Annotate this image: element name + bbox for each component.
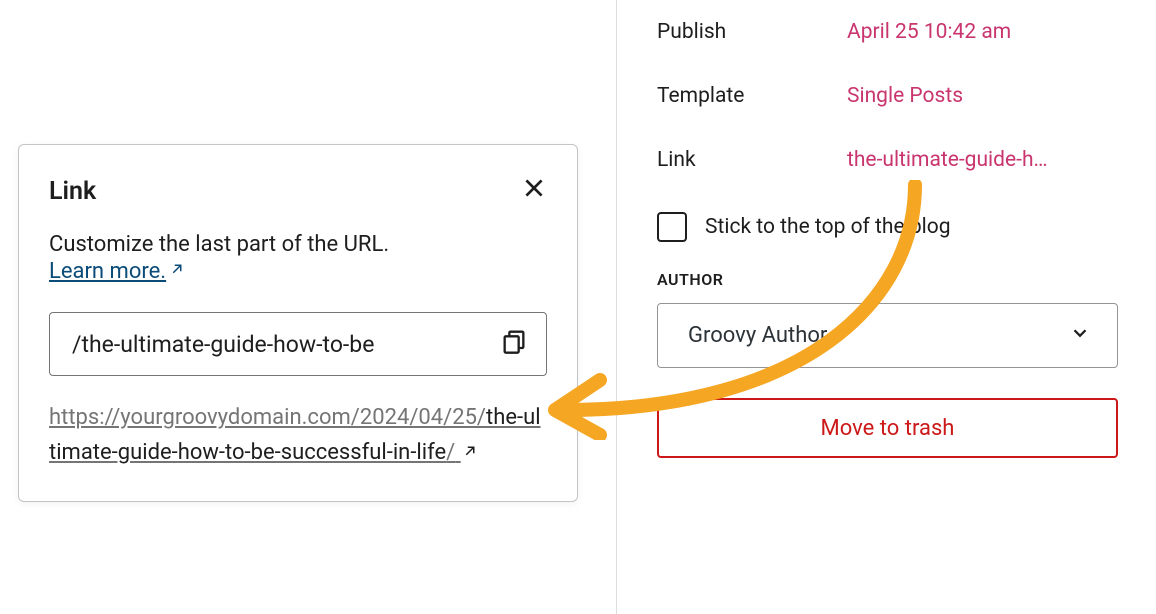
link-popover: Link Customize the last part of the URL.…: [18, 144, 578, 502]
publish-value: April 25 10:42 am: [847, 20, 1011, 44]
author-value: Groovy Author: [688, 323, 827, 348]
learn-more-link[interactable]: Learn more.: [49, 259, 186, 284]
chevron-down-icon: [1069, 322, 1091, 350]
link-label: Link: [657, 148, 847, 172]
close-icon[interactable]: [521, 175, 547, 208]
author-heading: AUTHOR: [657, 270, 1118, 303]
settings-sidebar: Publish April 25 10:42 am Template Singl…: [616, 0, 1146, 614]
external-link-icon: [461, 436, 479, 471]
popover-header: Link: [49, 175, 547, 208]
author-select[interactable]: Groovy Author: [657, 303, 1118, 368]
template-value: Single Posts: [847, 84, 963, 108]
template-label: Template: [657, 84, 847, 108]
stick-label: Stick to the top of the blog: [705, 215, 951, 239]
slug-value: /the-ultimate-guide-how-to-be: [72, 331, 374, 358]
url-prefix: https://yourgroovydomain.com/2024/04/25/: [49, 405, 486, 430]
copy-icon[interactable]: [500, 327, 528, 361]
publish-row[interactable]: Publish April 25 10:42 am: [657, 0, 1118, 64]
full-permalink-link[interactable]: https://yourgroovydomain.com/2024/04/25/…: [49, 400, 547, 471]
publish-label: Publish: [657, 20, 847, 44]
permalink-slug-input[interactable]: /the-ultimate-guide-how-to-be: [49, 312, 547, 376]
external-link-icon: [168, 259, 186, 284]
learn-more-text: Learn more.: [49, 259, 166, 284]
template-row[interactable]: Template Single Posts: [657, 64, 1118, 128]
popover-title: Link: [49, 177, 96, 206]
popover-desc: Customize the last part of the URL.: [49, 232, 547, 257]
stick-checkbox[interactable]: [657, 212, 687, 242]
trash-label: Move to trash: [821, 416, 955, 441]
link-value: the-ultimate-guide-h…: [847, 148, 1048, 172]
stick-row[interactable]: Stick to the top of the blog: [657, 192, 1118, 270]
link-row[interactable]: Link the-ultimate-guide-h…: [657, 128, 1118, 192]
move-to-trash-button[interactable]: Move to trash: [657, 398, 1118, 458]
url-suffix: /: [446, 440, 455, 465]
